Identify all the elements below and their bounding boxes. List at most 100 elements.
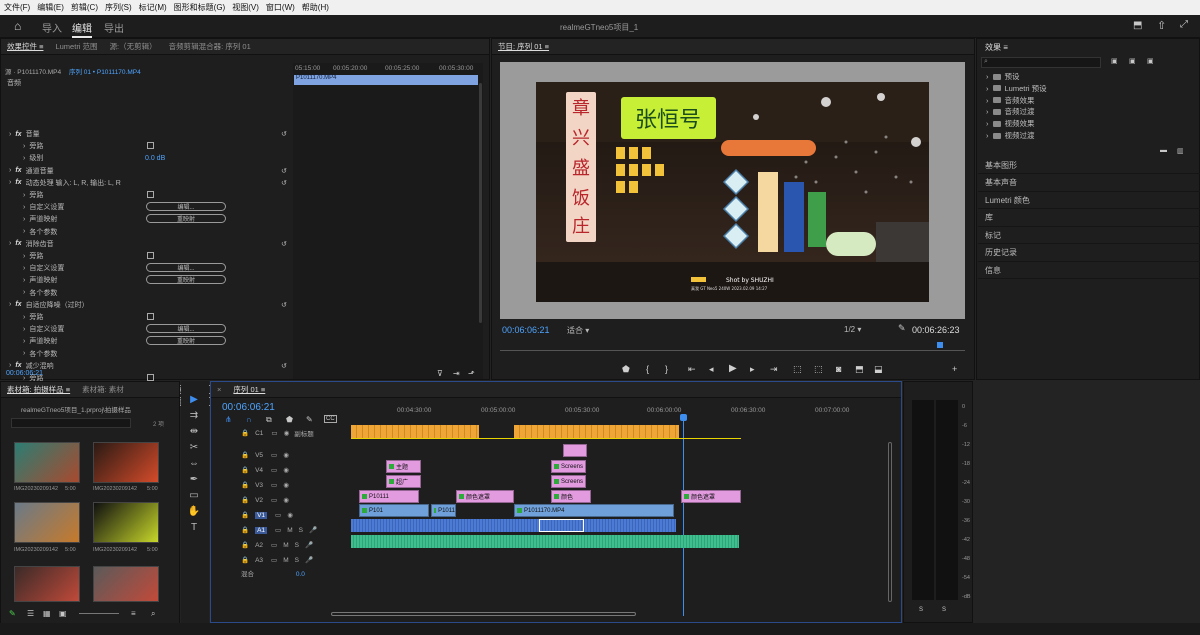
param-row[interactable]: › 自定义设置 编辑... <box>1 201 291 213</box>
track-id[interactable]: V3 <box>255 482 263 489</box>
track-id[interactable]: C1 <box>255 430 263 437</box>
track-header[interactable]: 🔒 V1 ▭ ◉ <box>211 508 349 522</box>
param-row[interactable]: › 级别 0.0 dB <box>1 152 291 164</box>
bin-thumbnail[interactable] <box>93 442 159 483</box>
caption-clip[interactable] <box>514 425 679 438</box>
mute-button[interactable]: M <box>287 527 292 534</box>
effects-section[interactable]: 标记 <box>978 227 1200 244</box>
expand-arrow-icon[interactable]: › <box>23 204 25 211</box>
bin-thumbnail[interactable] <box>93 502 159 543</box>
row-button[interactable]: 重映射 <box>146 275 226 285</box>
fx-icon[interactable]: fx <box>15 131 21 138</box>
pencil-icon[interactable]: ✎ <box>9 609 16 618</box>
effects-section[interactable]: 基本图形 <box>978 157 1200 174</box>
bypass-checkbox[interactable] <box>147 142 154 150</box>
sync-lock-icon[interactable]: ▭ <box>275 511 281 519</box>
timeline-ruler[interactable]: 00:04:30:00 00:05:00:00 00:05:30:00 00:06:0… <box>351 402 891 424</box>
mic-icon[interactable]: 🎤 <box>305 541 313 549</box>
timeline-clip[interactable]: 超广 <box>386 475 421 488</box>
effects-search-input[interactable]: ⌕ <box>981 57 1101 68</box>
timeline-clip[interactable]: P1011 <box>431 504 456 517</box>
tab-audio-clip-mixer[interactable]: 音频剪辑混合器: 序列 01 <box>169 41 251 52</box>
expand-arrow-icon[interactable]: › <box>9 240 11 247</box>
ec-mini-timeline[interactable]: 05:15:00 00:05:20:00 00:05:25:00 00:05:3… <box>293 63 483 379</box>
row-button[interactable]: 编辑... <box>146 324 226 334</box>
reset-icon[interactable]: ↺ <box>281 240 287 248</box>
menu-item[interactable]: 视图(V) <box>232 2 259 13</box>
playhead-line[interactable] <box>683 416 684 616</box>
menu-item[interactable]: 文件(F) <box>4 2 30 13</box>
track-header[interactable]: 🔒 C1 ▭ ◉ 副标题 <box>211 426 349 440</box>
lock-icon[interactable]: 🔒 <box>241 526 249 534</box>
track-id[interactable]: A1 <box>255 526 268 534</box>
fx-icon[interactable]: fx <box>15 179 21 186</box>
tab-effect-controls[interactable]: 效果控件 ≡ <box>7 41 43 52</box>
ripple-edit-tool-icon[interactable]: ⇹ <box>187 425 201 437</box>
param-row[interactable]: › 声道映射 重映射 <box>1 335 291 347</box>
program-scrubber[interactable] <box>500 341 965 351</box>
row-button[interactable]: 重映射 <box>146 336 226 346</box>
playhead-marker[interactable] <box>937 342 943 348</box>
export-frame-icon[interactable]: ⬏ <box>468 369 475 378</box>
track-id[interactable]: A3 <box>255 557 263 564</box>
expand-arrow-icon[interactable]: › <box>986 96 989 105</box>
ec-scrollbar[interactable] <box>479 83 482 323</box>
quick-export-icon[interactable]: ⬒ <box>1133 20 1142 31</box>
eye-icon[interactable]: ◉ <box>283 496 289 504</box>
solo-button[interactable]: S <box>295 557 299 564</box>
rectangle-tool-icon[interactable]: ▭ <box>187 489 201 501</box>
param-row[interactable]: › 各个参数 <box>1 287 291 299</box>
solo-button[interactable]: S <box>299 527 303 534</box>
expand-arrow-icon[interactable]: › <box>9 131 11 138</box>
effects-folder[interactable]: › 音频过渡 <box>986 106 1035 117</box>
expand-arrow-icon[interactable]: › <box>23 253 25 260</box>
menu-item[interactable]: 序列(S) <box>105 2 132 13</box>
track-header[interactable]: 🔒 V5 ▭ ◉ <box>211 448 349 462</box>
expand-arrow-icon[interactable]: › <box>23 314 25 321</box>
bin-thumbnail[interactable] <box>14 502 80 543</box>
effects-title[interactable]: 效果 ≡ <box>985 42 1008 53</box>
menu-item[interactable]: 图形和标题(G) <box>174 2 226 13</box>
step-forward-icon[interactable]: ▸ <box>750 364 755 375</box>
expand-arrow-icon[interactable]: › <box>23 192 25 199</box>
razor-tool-icon[interactable]: ✂ <box>187 441 201 453</box>
reset-icon[interactable]: ↺ <box>281 362 287 370</box>
expand-arrow-icon[interactable]: › <box>23 326 25 333</box>
bypass-checkbox[interactable] <box>147 313 154 320</box>
bypass-checkbox[interactable] <box>147 374 154 381</box>
play-icon[interactable]: ▶ <box>729 363 737 374</box>
tab-lumetri-scopes[interactable]: Lumetri 范围 <box>55 41 97 52</box>
quality-dropdown[interactable]: 1/2 ▾ <box>844 325 889 334</box>
param-row[interactable]: › 自定义设置 编辑... <box>1 323 291 335</box>
expand-arrow-icon[interactable]: › <box>23 228 25 235</box>
delete-icon[interactable]: ▥ <box>1177 147 1184 155</box>
reset-icon[interactable]: ↺ <box>281 179 287 187</box>
solo-left-button[interactable]: S <box>919 607 923 613</box>
fx-icon[interactable]: fx <box>15 362 21 369</box>
selection-tool-icon[interactable]: ▶ <box>187 393 201 405</box>
effects-section[interactable]: 库 <box>978 210 1200 227</box>
reset-icon[interactable]: ↺ <box>281 301 287 309</box>
add-button-icon[interactable]: + <box>952 364 957 374</box>
solo-right-button[interactable]: S <box>942 607 946 613</box>
sync-lock-icon[interactable]: ▭ <box>271 466 277 474</box>
ec-timecode[interactable]: 00:06:06:21 <box>6 370 43 377</box>
eye-icon[interactable]: ◉ <box>283 481 289 489</box>
hand-tool-icon[interactable]: ✋ <box>187 505 201 517</box>
fullscreen-icon[interactable]: ⤢ <box>1180 19 1188 30</box>
effects-section[interactable]: Lumetri 颜色 <box>978 192 1200 209</box>
expand-arrow-icon[interactable]: › <box>23 155 25 162</box>
expand-arrow-icon[interactable]: › <box>9 179 11 186</box>
sync-lock-icon[interactable]: ▭ <box>271 541 277 549</box>
accelerated-effects-icon[interactable]: ▣ <box>1111 57 1118 65</box>
slip-tool-icon[interactable]: ⇔ <box>187 457 201 469</box>
home-icon[interactable]: ⌂ <box>14 19 21 33</box>
lift-icon[interactable]: ⬚ <box>793 364 802 375</box>
tab-bin-samples[interactable]: 素材箱: 拍摄样品 ≡ <box>7 384 70 395</box>
search-icon[interactable]: ⌕ <box>151 609 155 619</box>
filter-icon[interactable]: ⊽ <box>437 369 443 378</box>
new-bin-icon[interactable]: ▬ <box>1160 147 1167 154</box>
timeline-clip[interactable]: 颜色遮罩 <box>456 490 514 503</box>
lock-icon[interactable]: 🔒 <box>241 511 249 519</box>
eye-icon[interactable]: ◉ <box>283 466 289 474</box>
